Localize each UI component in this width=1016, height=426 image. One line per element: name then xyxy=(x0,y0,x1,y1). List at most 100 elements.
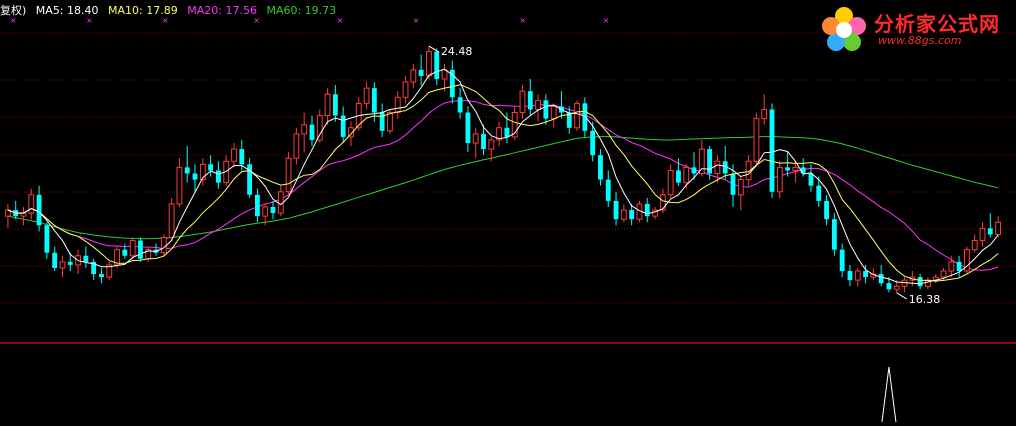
candle-body xyxy=(598,155,603,180)
legend-ma20: MA20: 17.56 xyxy=(187,4,257,17)
low-pointer xyxy=(896,292,907,300)
candle-body xyxy=(254,194,260,217)
candle-body xyxy=(956,261,962,271)
candle-body xyxy=(270,207,276,214)
candle-body xyxy=(160,236,167,254)
candle-body xyxy=(481,133,486,150)
candle-body xyxy=(519,90,526,114)
candle-body xyxy=(824,200,829,220)
candle-body xyxy=(324,93,331,117)
candle-body xyxy=(504,127,510,137)
candle-body xyxy=(231,148,237,162)
ma5-line xyxy=(7,68,999,285)
candle-body xyxy=(917,277,923,287)
candle-body xyxy=(176,166,183,205)
candle-body xyxy=(192,173,198,180)
candle-body xyxy=(332,94,338,116)
candle-body xyxy=(629,210,635,220)
candle-body xyxy=(707,149,713,174)
ma5-layer xyxy=(7,68,999,285)
candle-body xyxy=(535,99,542,110)
candle-body xyxy=(816,185,822,201)
candle-body xyxy=(792,166,799,171)
candle-body xyxy=(659,194,666,211)
top-marker: × xyxy=(519,16,526,25)
logo-url: www.88gs.com xyxy=(878,34,962,47)
candle-body xyxy=(83,255,89,262)
candle-body xyxy=(925,279,931,287)
candle-body xyxy=(44,225,50,253)
candle-body xyxy=(215,170,221,183)
candle-body xyxy=(316,115,323,141)
top-marker: × xyxy=(603,16,610,25)
candle-body xyxy=(426,51,432,77)
logo-title: 分析家公式网 xyxy=(874,12,1000,36)
candle-body xyxy=(971,240,978,251)
candle-body xyxy=(620,209,627,220)
candle-body xyxy=(995,221,1002,235)
indicator-spike xyxy=(881,366,897,423)
candle-body xyxy=(293,133,300,159)
candle-body xyxy=(285,157,292,193)
candle-body xyxy=(613,200,619,220)
legend-ma60: MA60: 19.73 xyxy=(266,4,337,17)
candle-body xyxy=(434,51,440,79)
top-marker: × xyxy=(413,16,420,25)
candle-body xyxy=(886,283,892,290)
high-label: 24.48 xyxy=(441,45,473,58)
legend-prefix: 复权) xyxy=(0,4,27,17)
candle-body xyxy=(714,160,721,174)
candle-body xyxy=(854,270,861,281)
candle-body xyxy=(730,173,736,195)
candle-body xyxy=(527,91,533,110)
grid-lines xyxy=(0,32,1016,344)
candle-body xyxy=(878,274,884,284)
stock-chart: × × × × × × × × 24.4816.38 xyxy=(0,16,1016,423)
candle-body xyxy=(667,169,674,196)
legend-ma5: MA5: 18.40 xyxy=(35,4,99,17)
candle-body xyxy=(582,103,588,131)
candle-body xyxy=(753,118,760,162)
site-logo: 分析家公式网 www.88gs.com xyxy=(818,4,1008,56)
candle-body xyxy=(839,249,845,271)
candle-body xyxy=(340,115,346,137)
candle-body xyxy=(808,173,814,186)
candle-body xyxy=(863,271,868,278)
candle-body xyxy=(168,203,175,238)
candle-body xyxy=(785,167,791,171)
candle-body xyxy=(262,206,269,217)
candle-body xyxy=(394,96,401,114)
candle-body xyxy=(379,112,385,131)
candle-body xyxy=(488,139,495,150)
candle-body xyxy=(208,164,214,171)
candle-body xyxy=(691,167,697,174)
candle-body xyxy=(472,133,479,144)
candle-body xyxy=(683,166,690,184)
candle-body xyxy=(402,81,409,98)
candle-body xyxy=(122,249,128,256)
candle-body xyxy=(940,270,947,278)
candle-body xyxy=(67,261,73,265)
candle-body xyxy=(948,261,955,272)
candle-body xyxy=(605,179,611,201)
candle-body xyxy=(769,109,775,192)
candle-body xyxy=(644,203,650,217)
candle-body xyxy=(410,69,417,83)
candle-body xyxy=(676,170,681,183)
candle-body xyxy=(590,130,596,156)
candle-body xyxy=(457,97,463,113)
candle-body xyxy=(129,240,136,257)
flower-icon xyxy=(822,7,866,51)
candle-body xyxy=(387,112,393,132)
candle-body xyxy=(543,100,549,119)
candle-body xyxy=(761,108,768,120)
candle-body xyxy=(99,274,104,278)
candle-body xyxy=(184,167,190,174)
candle-body xyxy=(138,240,143,259)
candle-body xyxy=(301,124,308,135)
candle-body xyxy=(776,166,783,193)
candle-body xyxy=(52,252,58,268)
ma60-layer xyxy=(7,136,999,240)
indicator-panel xyxy=(881,366,897,423)
legend-ma10: MA10: 17.89 xyxy=(108,4,178,17)
